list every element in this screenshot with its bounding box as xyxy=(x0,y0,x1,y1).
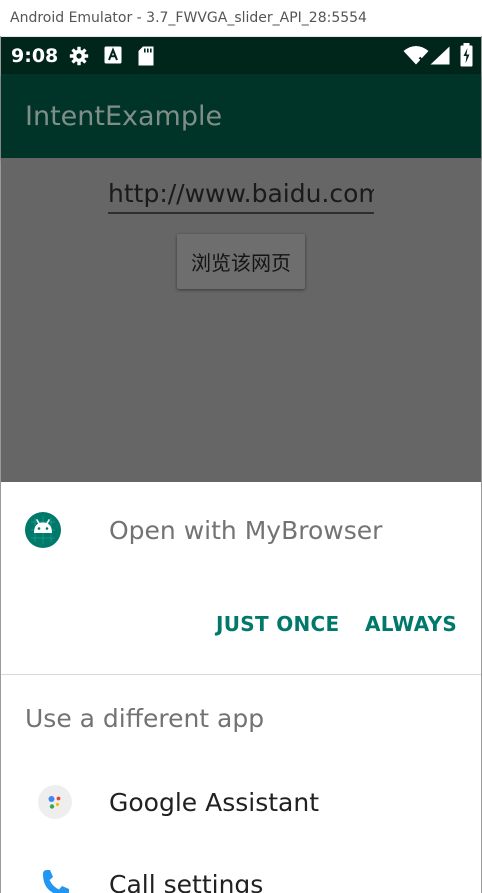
emulator-title-bar: Android Emulator - 3.7_FWVGA_slider_API_… xyxy=(0,0,482,37)
app-chooser-sheet: Open with MyBrowser JUST ONCE ALWAYS Use… xyxy=(1,482,481,893)
open-with-label: Open with MyBrowser xyxy=(109,516,383,545)
browse-webpage-button[interactable]: 浏览该网页 xyxy=(177,234,305,289)
url-input-value: http://www.baidu.com xyxy=(108,179,374,208)
phone-icon xyxy=(43,870,69,893)
use-different-app-header: Use a different app xyxy=(25,704,265,733)
android-app-icon xyxy=(25,512,61,548)
battery-icon xyxy=(460,43,473,67)
emulator-title: Android Emulator - 3.7_FWVGA_slider_API_… xyxy=(10,10,367,26)
app-option-google-assistant[interactable]: Google Assistant xyxy=(1,762,481,842)
app-title: IntentExample xyxy=(25,101,223,132)
a-icon xyxy=(104,46,122,64)
app-bar: IntentExample xyxy=(1,74,481,158)
app-option-label: Google Assistant xyxy=(109,788,319,817)
status-bar: 9:08 xyxy=(1,37,481,74)
wifi-icon xyxy=(403,46,429,65)
status-time: 9:08 xyxy=(11,45,59,67)
sheet-divider xyxy=(1,674,481,675)
activity-content: http://www.baidu.com 浏览该网页 xyxy=(1,158,481,482)
gear-icon xyxy=(69,46,89,66)
open-with-row: Open with MyBrowser xyxy=(1,482,481,578)
just-once-button[interactable]: JUST ONCE xyxy=(216,612,339,636)
sd-card-icon xyxy=(138,46,154,66)
signal-icon xyxy=(430,46,450,65)
app-option-call-settings[interactable]: Call settings xyxy=(1,844,481,893)
app-option-label: Call settings xyxy=(109,870,264,893)
always-button[interactable]: ALWAYS xyxy=(365,612,457,636)
url-input[interactable]: http://www.baidu.com xyxy=(108,179,374,214)
emulator-window: Android Emulator - 3.7_FWVGA_slider_API_… xyxy=(0,0,482,893)
google-assistant-icon xyxy=(38,785,72,819)
